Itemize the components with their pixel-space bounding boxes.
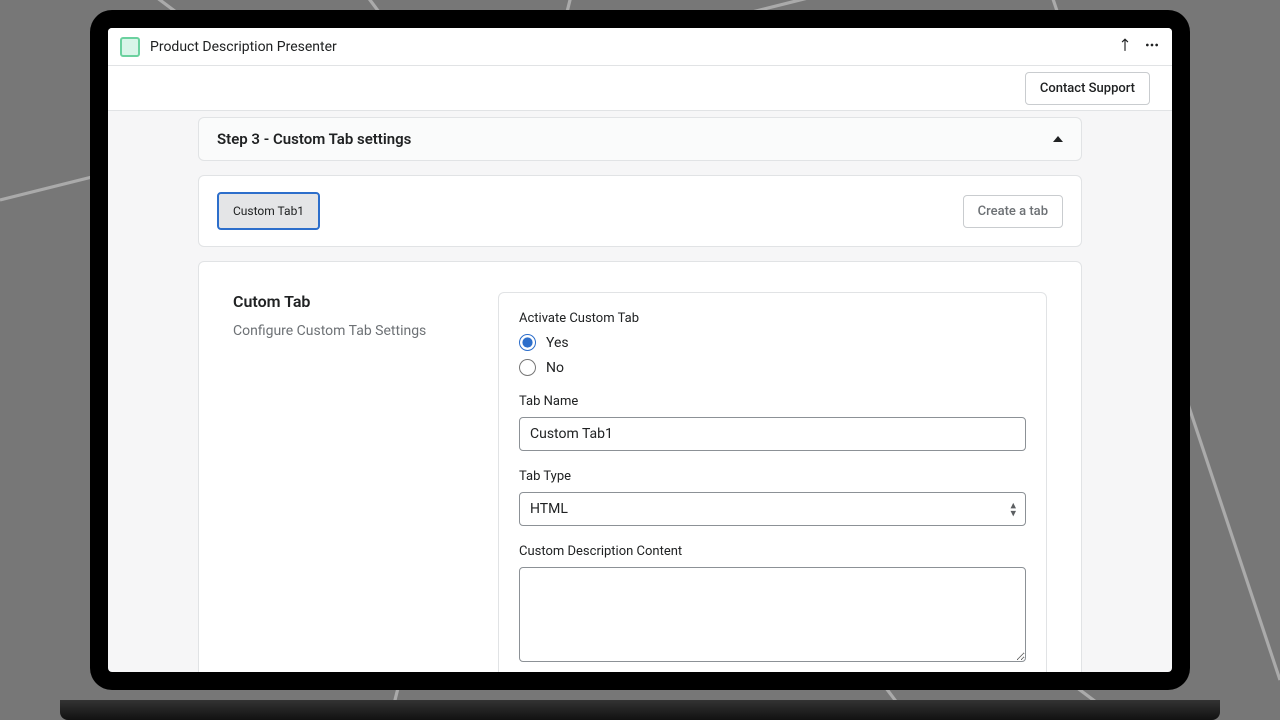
radio-yes[interactable]: Yes: [519, 334, 1026, 351]
radio-no-input[interactable]: [519, 359, 536, 376]
create-tab-button[interactable]: Create a tab: [963, 195, 1063, 228]
radio-no-label: No: [546, 360, 564, 376]
tab-type-group: Tab Type ▴▾: [519, 469, 1026, 526]
settings-subtext: Configure Custom Tab Settings: [233, 323, 478, 339]
tab-bar-card: Custom Tab1 Create a tab: [198, 175, 1082, 247]
pin-icon[interactable]: [1118, 37, 1132, 56]
app-title: Product Description Presenter: [150, 39, 337, 55]
toolbar: Contact Support: [108, 66, 1172, 111]
tab-custom-tab1[interactable]: Custom Tab1: [217, 192, 320, 230]
accordion-title: Step 3 - Custom Tab settings: [217, 130, 411, 148]
radio-no[interactable]: No: [519, 359, 1026, 376]
more-icon[interactable]: [1144, 37, 1160, 57]
settings-heading: Cutom Tab: [233, 292, 478, 311]
content-group: Custom Description Content: [519, 544, 1026, 666]
contact-support-button[interactable]: Contact Support: [1025, 72, 1150, 105]
tab-type-select[interactable]: [519, 492, 1026, 526]
laptop-frame: Product Description Presenter Contact Su…: [90, 10, 1190, 690]
tab-name-group: Tab Name: [519, 394, 1026, 451]
laptop-base: [60, 700, 1220, 720]
accordion-step-3[interactable]: Step 3 - Custom Tab settings: [198, 117, 1082, 161]
radio-yes-label: Yes: [546, 335, 569, 351]
app-screen: Product Description Presenter Contact Su…: [108, 28, 1172, 672]
content-textarea[interactable]: [519, 567, 1026, 662]
caret-up-icon: [1053, 136, 1063, 142]
content-area: Step 3 - Custom Tab settings Custom Tab1…: [108, 111, 1172, 672]
tab-name-input[interactable]: [519, 417, 1026, 451]
radio-yes-input[interactable]: [519, 334, 536, 351]
settings-card: Cutom Tab Configure Custom Tab Settings …: [198, 261, 1082, 672]
activate-group: Activate Custom Tab Yes No: [519, 311, 1026, 376]
tab-type-label: Tab Type: [519, 469, 1026, 484]
settings-sidebar: Cutom Tab Configure Custom Tab Settings: [233, 292, 478, 672]
form-panel: Activate Custom Tab Yes No Tab Name: [498, 292, 1047, 672]
app-icon: [120, 37, 140, 57]
activate-label: Activate Custom Tab: [519, 311, 1026, 326]
app-header: Product Description Presenter: [108, 28, 1172, 66]
tab-name-label: Tab Name: [519, 394, 1026, 409]
content-label: Custom Description Content: [519, 544, 1026, 559]
